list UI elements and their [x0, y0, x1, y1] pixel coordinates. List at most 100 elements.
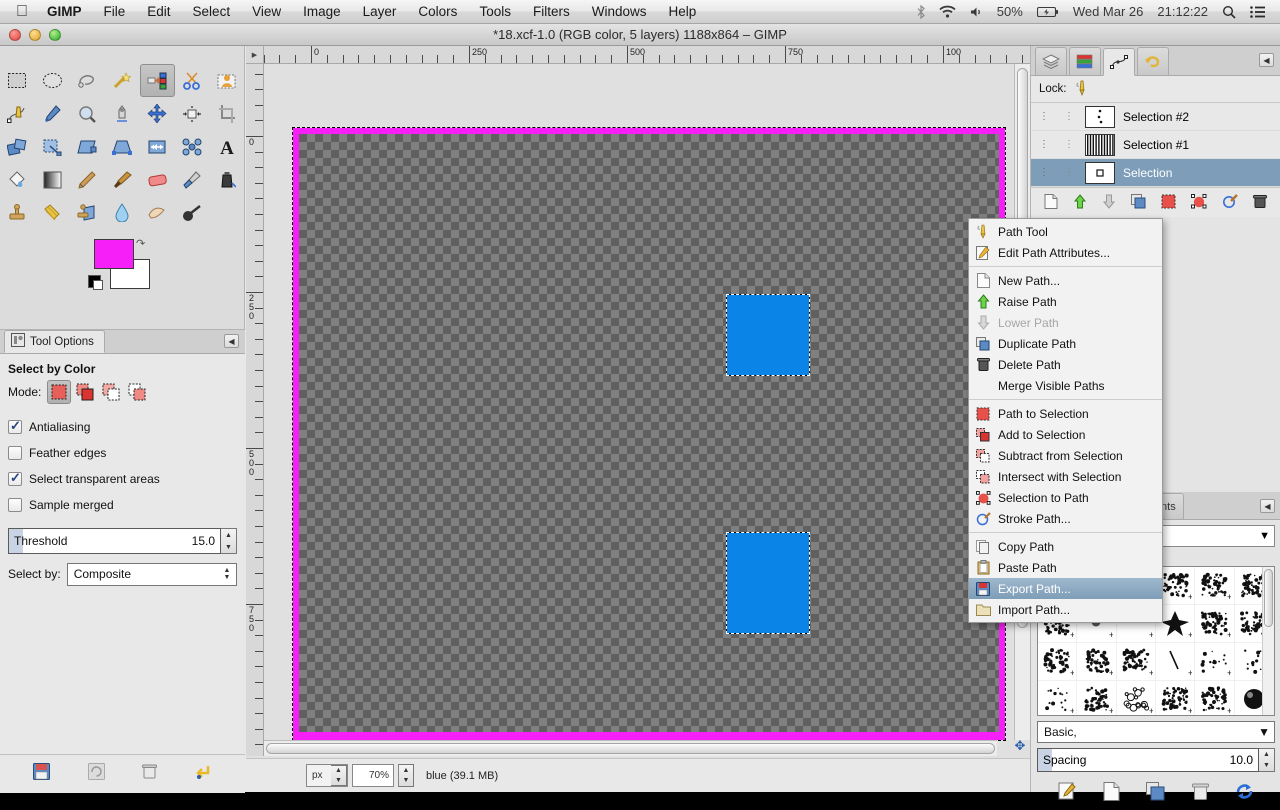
search-icon[interactable]	[1215, 0, 1243, 24]
blue-rectangle-top[interactable]	[726, 294, 810, 376]
brush-item[interactable]: +	[1038, 681, 1078, 715]
path-row[interactable]: ⋮ ⋮ Selection	[1031, 159, 1280, 187]
wifi-icon[interactable]	[932, 0, 963, 24]
perspective-clone-tool[interactable]	[70, 196, 105, 229]
brushes-dock-menu-button[interactable]: ◀	[1260, 499, 1275, 513]
refresh-brushes-icon[interactable]	[1235, 782, 1254, 804]
navigate-canvas-icon[interactable]: ✥	[1012, 738, 1028, 754]
swap-colors-icon[interactable]: ↷	[136, 237, 145, 250]
bucket-fill-tool[interactable]	[0, 163, 35, 196]
menubar-item-gimp[interactable]: GIMP	[36, 0, 93, 24]
reset-tool-options-icon[interactable]	[195, 763, 212, 784]
lock-path-icon[interactable]	[1075, 80, 1089, 99]
antialiasing-checkbox[interactable]	[8, 418, 22, 434]
raise-path-icon[interactable]	[1073, 193, 1087, 212]
save-tool-options-icon[interactable]	[32, 763, 50, 784]
menu-item-subtract-from-selection[interactable]: Subtract from Selection	[969, 445, 1162, 466]
spacing-control[interactable]: Spacing 10.0 ▲ ▼	[1037, 748, 1275, 772]
unit-selector[interactable]: px ▲ ▼	[306, 764, 348, 787]
path-row[interactable]: ⋮ ⋮ Selection #2	[1031, 103, 1280, 131]
delete-path-icon[interactable]	[1252, 194, 1267, 212]
foreground-select-tool[interactable]	[210, 64, 245, 97]
brush-preset-dropdown[interactable]: Basic, ▼	[1037, 721, 1275, 743]
dodge-burn-tool[interactable]	[175, 196, 210, 229]
threshold-slider[interactable]: Threshold 15.0	[8, 528, 221, 554]
align-tool[interactable]	[175, 97, 210, 130]
path-visibility-toggle[interactable]: ⋮	[1035, 111, 1053, 122]
menubar-item-tools[interactable]: Tools	[468, 0, 522, 24]
delete-brush-icon[interactable]	[1191, 782, 1209, 804]
select-transparent-areas-checkbox-row[interactable]: Select transparent areas	[8, 466, 237, 492]
subtract-from-selection-mode[interactable]	[99, 380, 123, 404]
antialiasing-checkbox-row[interactable]: Antialiasing	[8, 414, 237, 440]
lower-path-icon[interactable]	[1102, 194, 1116, 212]
brush-item[interactable]: +	[1077, 643, 1117, 681]
menubar-item-colors[interactable]: Colors	[407, 0, 468, 24]
zoom-button[interactable]	[49, 28, 61, 41]
perspective-tool[interactable]	[105, 130, 140, 163]
color-picker-tool[interactable]	[35, 97, 70, 130]
vertical-ruler[interactable]: 02505007501000	[246, 64, 264, 756]
menu-item-import-path[interactable]: Import Path...	[969, 599, 1162, 620]
menubar-item-help[interactable]: Help	[657, 0, 707, 24]
brush-item[interactable]: +	[1195, 681, 1235, 715]
tab-tool-options[interactable]: Tool Options	[4, 330, 105, 353]
brush-item[interactable]: +	[1117, 681, 1156, 715]
feather-edges-checkbox-row[interactable]: Feather edges	[8, 440, 237, 466]
canvas-horizontal-scrollbar[interactable]	[264, 740, 997, 756]
duplicate-path-icon[interactable]	[1131, 193, 1146, 212]
close-button[interactable]	[9, 28, 21, 41]
battery-icon[interactable]	[1030, 0, 1066, 24]
brush-item[interactable]: +	[1195, 605, 1235, 643]
brush-item[interactable]: +	[1038, 643, 1078, 681]
canvas-viewport[interactable]	[265, 65, 1013, 756]
brush-item[interactable]: +	[1195, 643, 1235, 681]
add-to-selection-mode[interactable]	[73, 380, 97, 404]
menubar-item-file[interactable]: File	[93, 0, 137, 24]
brush-item[interactable]: +	[1077, 681, 1117, 715]
menu-item-new-path[interactable]: New Path...	[969, 270, 1162, 291]
menubar-item-view[interactable]: View	[241, 0, 292, 24]
minimize-button[interactable]	[29, 28, 41, 41]
brush-item[interactable]: +	[1156, 681, 1196, 715]
gradient-tool[interactable]	[35, 163, 70, 196]
replace-selection-mode[interactable]	[47, 380, 72, 404]
apple-logo-icon[interactable]: 	[8, 3, 36, 20]
free-select-tool[interactable]	[70, 64, 105, 97]
brush-grid-scrollbar[interactable]	[1262, 567, 1274, 715]
paths-tab[interactable]	[1103, 48, 1135, 76]
path-visibility-toggle[interactable]: ⋮	[1035, 167, 1053, 178]
select-by-dropdown[interactable]: Composite ▲ ▼	[66, 562, 237, 586]
brush-item[interactable]: +	[1195, 567, 1235, 605]
menu-item-path-tool[interactable]: Path Tool	[969, 221, 1162, 242]
tool-options-menu-button[interactable]: ◀	[224, 334, 239, 348]
path-link-toggle[interactable]: ⋮	[1061, 111, 1077, 122]
menu-item-raise-path[interactable]: Raise Path	[969, 291, 1162, 312]
ruler-origin-icon[interactable]: ▶	[246, 46, 264, 64]
menubar-item-filters[interactable]: Filters	[522, 0, 581, 24]
paths-dock-menu-button[interactable]: ◀	[1259, 53, 1274, 67]
zoom-spinner[interactable]: ▲ ▼	[398, 764, 414, 787]
restore-tool-options-icon[interactable]	[87, 763, 105, 784]
flip-tool[interactable]	[140, 130, 175, 163]
text-tool[interactable]: A	[210, 130, 245, 163]
blue-rectangle-bottom[interactable]	[726, 532, 810, 634]
undo-history-tab[interactable]	[1137, 47, 1169, 75]
new-brush-icon[interactable]	[1103, 782, 1120, 804]
spacing-slider[interactable]: Spacing 10.0	[1037, 748, 1259, 772]
clone-tool[interactable]	[0, 196, 35, 229]
paths-context-menu[interactable]: Path Tool Edit Path Attributes... New Path…	[968, 218, 1163, 623]
pencil-tool[interactable]	[70, 163, 105, 196]
menu-item-add-to-selection[interactable]: Add to Selection	[969, 424, 1162, 445]
horizontal-scroll-thumb[interactable]	[266, 743, 995, 754]
delete-tool-options-icon[interactable]	[142, 763, 158, 784]
path-link-toggle[interactable]: ⋮	[1061, 167, 1077, 178]
path-visibility-toggle[interactable]: ⋮	[1035, 139, 1053, 150]
rect-select-tool[interactable]	[0, 64, 35, 97]
sample-merged-checkbox[interactable]	[8, 498, 22, 512]
measure-tool[interactable]	[105, 97, 140, 130]
image-canvas[interactable]	[292, 127, 1006, 741]
brush-scroll-thumb[interactable]	[1264, 569, 1273, 627]
selection-to-path-icon[interactable]	[1190, 193, 1207, 212]
menu-item-paste-path[interactable]: Paste Path	[969, 557, 1162, 578]
